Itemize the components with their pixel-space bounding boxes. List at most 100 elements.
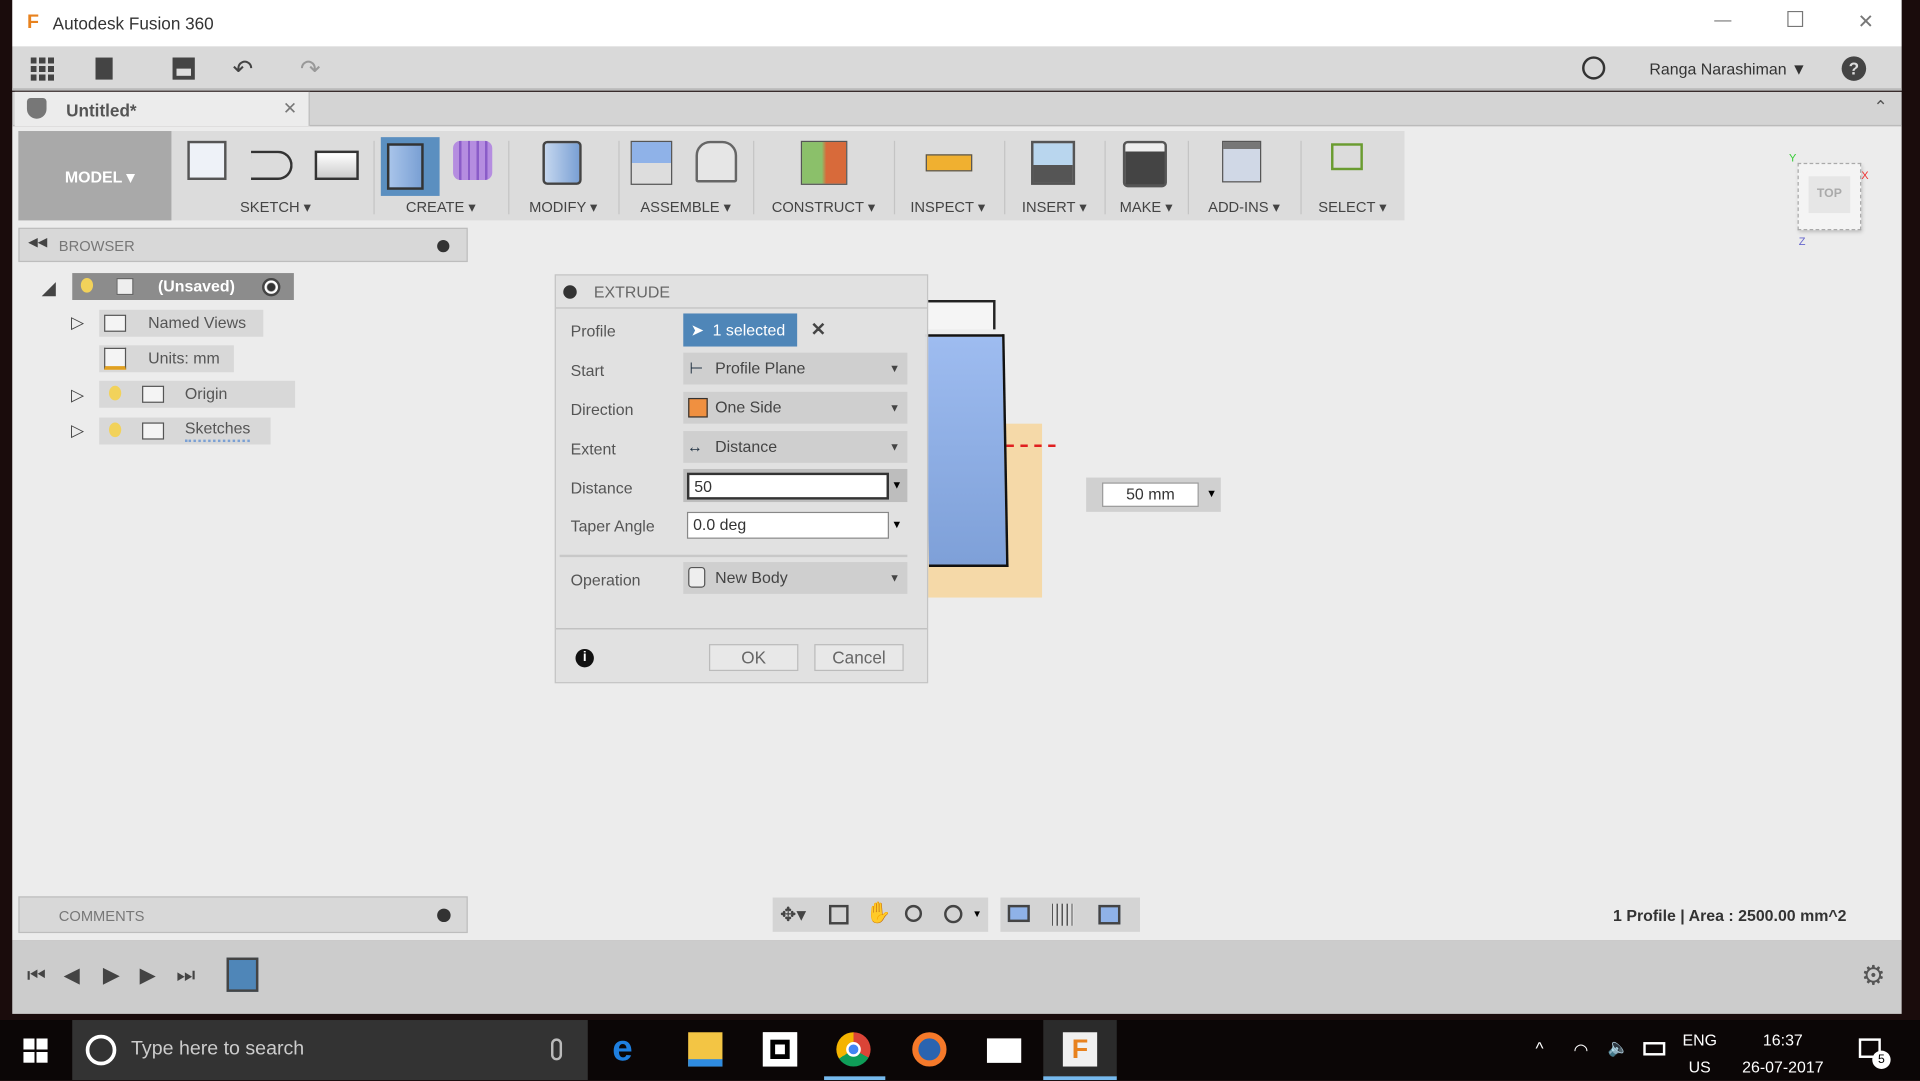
orbit-icon[interactable]: ✥▾ — [780, 902, 806, 926]
browser-root-unsaved[interactable]: (Unsaved) — [72, 273, 294, 301]
ribbon-group-add-ins[interactable]: ADD-INS ▾ — [1188, 131, 1301, 220]
undo-icon[interactable]: ↶ — [233, 54, 254, 85]
taper-dropdown-arrow[interactable]: ▼ — [891, 518, 902, 530]
close-tab-button[interactable]: ✕ — [283, 98, 297, 119]
manipulator-dropdown-arrow[interactable]: ▼ — [1206, 487, 1217, 499]
distance-dropdown-arrow[interactable]: ▼ — [891, 479, 902, 491]
maximize-button[interactable]: ☐ — [1785, 7, 1805, 33]
wifi-icon[interactable]: ◠ — [1573, 1040, 1588, 1061]
ribbon-group-select[interactable]: SELECT ▾ — [1300, 131, 1404, 220]
expand-sketches-icon[interactable]: ▷ — [71, 420, 84, 441]
volume-icon[interactable]: 🔈 — [1608, 1037, 1629, 1058]
workspace-switcher[interactable]: MODEL ▾ — [18, 131, 172, 221]
distance-input[interactable]: 50 — [686, 472, 889, 500]
add-comment-icon[interactable] — [437, 908, 451, 923]
clear-selection-button[interactable]: ✕ — [811, 318, 826, 341]
look-at-icon[interactable] — [828, 904, 849, 925]
taskbar-search-box[interactable]: Type here to search — [72, 1020, 588, 1081]
ok-button[interactable]: OK — [708, 644, 799, 672]
zoom-icon[interactable] — [904, 904, 923, 923]
user-menu[interactable]: Ranga Narashiman ▼ — [1649, 60, 1806, 78]
save-icon[interactable] — [172, 57, 195, 80]
browser-panel-header[interactable]: ◀◀ BROWSER — [18, 227, 468, 263]
go-to-start-icon[interactable]: ⏮ — [27, 964, 46, 988]
step-back-icon[interactable]: ◀ — [64, 964, 80, 988]
expand-named-views-icon[interactable]: ▷ — [71, 312, 84, 333]
fusion-taskbar-active[interactable]: F — [1043, 1020, 1117, 1081]
visibility-bulb-icon[interactable] — [108, 422, 122, 438]
manipulator-input[interactable]: 50 mm — [1102, 482, 1199, 507]
edge-browser-icon[interactable]: e — [612, 1030, 646, 1067]
tab-untitled[interactable]: Untitled* ✕ — [14, 91, 310, 127]
operation-dropdown[interactable]: New Body ▼ — [683, 562, 908, 594]
visibility-bulb-icon[interactable] — [108, 385, 122, 401]
redo-icon[interactable]: ↷ — [300, 54, 321, 85]
close-button[interactable]: ✕ — [1858, 10, 1874, 34]
sketch-profile-top — [926, 300, 996, 330]
tab-label: Untitled* — [66, 100, 137, 121]
start-dropdown[interactable]: ⊢ Profile Plane ▼ — [683, 352, 908, 385]
collapse-ribbon-icon[interactable]: ⌃ — [1873, 97, 1887, 118]
help-icon[interactable]: ? — [1841, 56, 1867, 81]
taper-angle-input[interactable]: 0.0 deg — [686, 511, 889, 539]
info-icon[interactable]: i — [575, 648, 594, 668]
file-menu-icon[interactable] — [95, 57, 113, 80]
browser-title: BROWSER — [58, 237, 135, 255]
browser-minimize-icon[interactable] — [437, 240, 450, 253]
operation-label: Operation — [570, 570, 641, 589]
viewports-icon[interactable] — [1098, 904, 1121, 925]
mail-icon[interactable] — [986, 1038, 1022, 1063]
view-cube[interactable]: TOP — [1797, 162, 1862, 231]
pan-hand-icon[interactable]: ✋ — [866, 901, 892, 925]
visibility-bulb-icon[interactable] — [80, 277, 94, 293]
browser-item-named-views[interactable]: Named Views — [99, 309, 264, 337]
ribbon-group-modify[interactable]: MODIFY ▾ — [508, 131, 618, 220]
timeline-sketch-feature[interactable] — [226, 957, 259, 992]
step-forward-icon[interactable]: ▶ — [140, 964, 156, 988]
collapse-dialog-icon[interactable] — [563, 285, 577, 299]
go-to-end-icon[interactable]: ⏭ — [176, 964, 195, 988]
show-hidden-icons[interactable]: ^ — [1536, 1038, 1544, 1058]
ribbon-group-create[interactable]: CREATE ▾ — [373, 131, 508, 220]
fusion-logo-icon: F — [26, 12, 39, 34]
language-indicator[interactable]: ENG US — [1682, 1027, 1716, 1081]
fit-zoom-icon[interactable] — [944, 904, 963, 924]
chrome-icon[interactable] — [836, 1032, 871, 1067]
cancel-button[interactable]: Cancel — [814, 644, 904, 672]
ribbon-group-make[interactable]: MAKE ▾ — [1104, 131, 1187, 220]
extent-dropdown[interactable]: ↔ Distance ▼ — [683, 431, 908, 463]
grid-settings-icon[interactable] — [1051, 903, 1074, 926]
activate-radio[interactable] — [262, 277, 281, 297]
zoom-dropdown-arrow[interactable]: ▼ — [972, 909, 982, 920]
ribbon-group-insert[interactable]: INSERT ▾ — [1004, 131, 1104, 220]
view-cube-top-face[interactable]: TOP — [1808, 176, 1851, 214]
play-icon[interactable]: ▶ — [103, 962, 120, 988]
profile-selection-button[interactable]: ➤ 1 selected — [683, 313, 798, 347]
extrude-axis-line — [1006, 444, 1056, 447]
browser-item-sketches[interactable]: Sketches — [99, 417, 271, 445]
browser-item-units[interactable]: Units: mm — [99, 345, 234, 373]
store-icon[interactable] — [762, 1032, 798, 1067]
expand-origin-icon[interactable]: ▷ — [71, 384, 84, 405]
timeline-settings-gear-icon[interactable]: ⚙ — [1861, 960, 1885, 992]
collapse-browser-icon[interactable]: ◀◀ — [28, 236, 47, 249]
ribbon-group-inspect[interactable]: INSPECT ▾ — [894, 131, 1002, 220]
ribbon-group-sketch[interactable]: SKETCH ▾ — [178, 131, 374, 220]
comments-panel[interactable]: COMMENTS — [18, 896, 468, 934]
job-status-clock-icon[interactable] — [1582, 56, 1606, 80]
file-explorer-icon[interactable] — [688, 1032, 723, 1067]
blender-icon[interactable] — [912, 1032, 947, 1067]
direction-dropdown[interactable]: One Side ▼ — [683, 391, 908, 424]
minimize-button[interactable]: — — [1714, 10, 1731, 30]
expand-root-icon[interactable]: ◢ — [42, 277, 56, 299]
clock[interactable]: 16:37 26-07-2017 — [1736, 1027, 1829, 1081]
microphone-icon[interactable] — [551, 1038, 563, 1061]
selected-profile[interactable] — [924, 334, 1009, 567]
browser-item-origin[interactable]: Origin — [99, 380, 296, 408]
display-settings-icon[interactable] — [1007, 904, 1030, 923]
ribbon-group-assemble[interactable]: ASSEMBLE ▾ — [618, 131, 753, 220]
ribbon-group-construct[interactable]: CONSTRUCT ▾ — [753, 131, 894, 220]
start-button[interactable] — [23, 1038, 48, 1063]
battery-icon[interactable] — [1643, 1042, 1666, 1056]
apps-grid-icon[interactable] — [30, 56, 56, 81]
